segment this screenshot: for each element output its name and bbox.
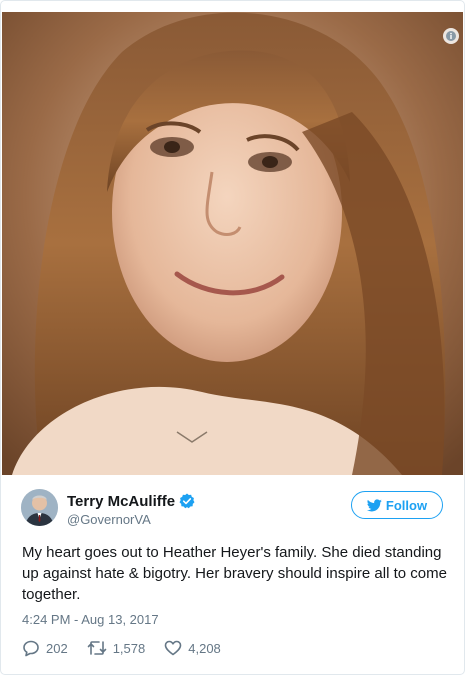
author-handle[interactable]: @GovernorVA — [67, 512, 151, 527]
reply-button[interactable]: 202 — [22, 639, 68, 657]
follow-button[interactable]: Follow — [351, 491, 443, 519]
reply-icon — [23, 640, 39, 657]
tweet-card: Terry McAuliffe @GovernorVA Follow My he… — [0, 0, 465, 675]
verified-badge-icon — [179, 493, 195, 509]
retweet-button[interactable]: 1,578 — [87, 639, 146, 657]
reply-count: 202 — [46, 640, 68, 656]
tweet-text: My heart goes out to Heather Heyer's fam… — [22, 544, 447, 603]
follow-button-label: Follow — [385, 497, 428, 513]
retweet-count: 1,578 — [112, 640, 146, 656]
tweet-actions: 202 1,578 4,208 — [22, 638, 240, 658]
heart-icon — [164, 640, 182, 656]
info-icon[interactable] — [443, 28, 459, 44]
tweet-photo[interactable] — [2, 12, 463, 475]
like-count: 4,208 — [188, 640, 221, 656]
retweet-icon — [87, 641, 107, 655]
twitter-bird-icon — [366, 498, 382, 512]
like-button[interactable]: 4,208 — [164, 639, 221, 657]
author-name[interactable]: Terry McAuliffe — [67, 493, 175, 510]
author-name-row: Terry McAuliffe — [67, 491, 195, 511]
tweet-header: Terry McAuliffe @GovernorVA Follow — [1, 475, 464, 537]
tweet-timestamp[interactable]: 4:24 PM - Aug 13, 2017 — [22, 612, 159, 627]
avatar[interactable] — [21, 489, 58, 526]
